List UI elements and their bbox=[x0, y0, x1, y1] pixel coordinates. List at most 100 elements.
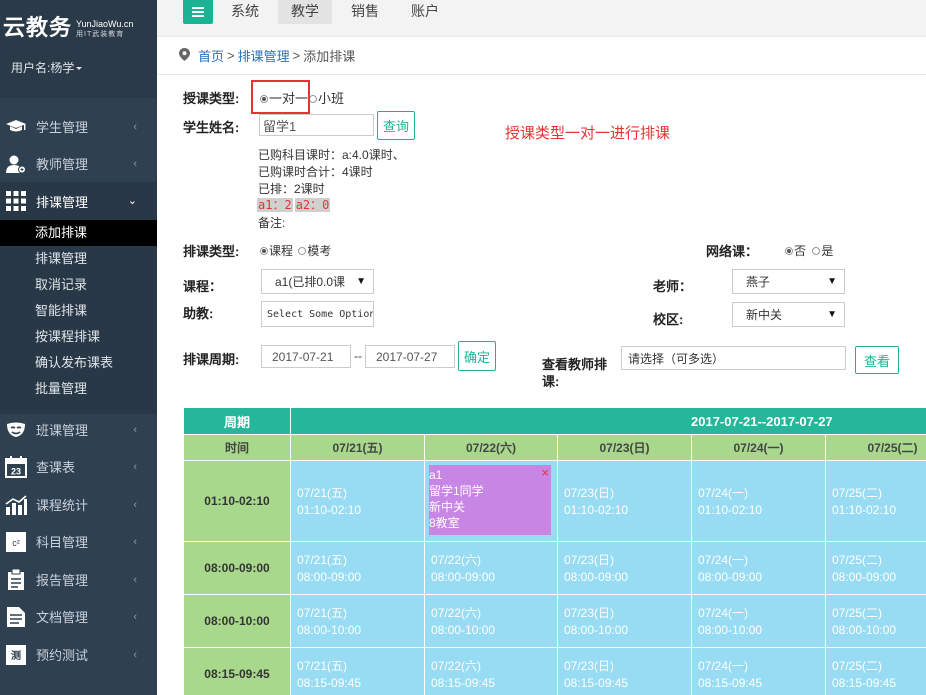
sidebar-item-document[interactable]: 文档管理 ‹ bbox=[0, 598, 157, 635]
submenu-cancel-records[interactable]: 取消记录 bbox=[0, 272, 157, 298]
course-select[interactable]: a1(已排0.0课 ▼ bbox=[261, 269, 374, 294]
teach-type-small-class-radio[interactable] bbox=[309, 95, 318, 103]
svg-text:测: 测 bbox=[11, 649, 21, 662]
annotation-text: 授课类型一对一进行排课 bbox=[505, 125, 671, 142]
sidebar: 云教务 YunJiaoWu.cn 用IT武装教育 用户名:杨学 学生管理 ‹ 教… bbox=[0, 0, 157, 695]
schedule-cell[interactable]: 07/21(五) 01:10-02:10 bbox=[291, 461, 425, 542]
sidebar-item-class[interactable]: 班课管理 ‹ bbox=[0, 411, 157, 448]
sidebar-item-label: 课程统计 bbox=[36, 498, 89, 513]
chevron-left-icon: ‹ bbox=[133, 461, 137, 473]
start-date-input[interactable]: 2017-07-21 bbox=[261, 345, 351, 368]
online-no-radio[interactable] bbox=[785, 247, 793, 255]
brand-area: 云教务 YunJiaoWu.cn 用IT武装教育 用户名:杨学 bbox=[0, 0, 157, 98]
user-menu[interactable]: 用户名:杨学 bbox=[3, 59, 157, 76]
teacher-select[interactable]: 燕子 ▼ bbox=[732, 269, 845, 294]
schedule-cell[interactable]: 07/25(二) 08:00-09:00 bbox=[826, 542, 926, 595]
schedule-cell[interactable]: 07/21(五) 08:00-09:00 bbox=[291, 542, 425, 595]
submenu-schedule-manage[interactable]: 排课管理 bbox=[0, 246, 157, 272]
schedule-cell[interactable]: 07/25(二) 08:00-10:00 bbox=[826, 595, 926, 648]
confirm-button[interactable]: 确定 bbox=[458, 341, 496, 371]
schedule-cell[interactable]: a1 留学1同学 新中关 8教室 × bbox=[425, 461, 558, 542]
tab-sales[interactable]: 销售 bbox=[338, 0, 392, 24]
schedule-cell[interactable]: 07/23(日) 08:15-09:45 bbox=[558, 648, 692, 695]
sidebar-item-scheduling[interactable]: 排课管理 ⌄ bbox=[0, 182, 157, 220]
online-yes-radio[interactable] bbox=[812, 247, 821, 255]
tab-teaching[interactable]: 教学 bbox=[278, 0, 332, 24]
sidebar-item-label: 班课管理 bbox=[36, 423, 89, 438]
day-header: 07/25(二) bbox=[826, 435, 926, 461]
booked-lesson[interactable]: a1 留学1同学 新中关 8教室 × bbox=[429, 465, 551, 535]
schedule-type-label: 排课类型: bbox=[183, 244, 240, 259]
submenu-batch-manage[interactable]: 批量管理 bbox=[0, 376, 157, 402]
sidebar-item-report[interactable]: 报告管理 ‹ bbox=[0, 561, 157, 598]
sidebar-item-subject[interactable]: c² 科目管理 ‹ bbox=[0, 523, 157, 560]
grid-icon bbox=[4, 190, 28, 212]
end-date-input[interactable]: 2017-07-27 bbox=[365, 345, 455, 368]
sidebar-item-timetable[interactable]: 23 查课表 ‹ bbox=[0, 448, 157, 485]
schedule-type-mock-radio[interactable] bbox=[298, 247, 307, 255]
schedule-cell[interactable]: 07/25(二) 08:15-09:45 bbox=[826, 648, 926, 695]
campus-select[interactable]: 新中关 ▼ bbox=[732, 302, 845, 327]
schedule-cell[interactable]: 07/25(二) 01:10-02:10 bbox=[826, 461, 926, 542]
breadcrumb-current: 添加排课 bbox=[303, 49, 356, 64]
submenu-course-schedule[interactable]: 按课程排课 bbox=[0, 324, 157, 350]
period-label: 排课周期: bbox=[183, 352, 240, 367]
note-text: 备注: bbox=[258, 216, 286, 230]
teach-type-small-class-label: 小班 bbox=[318, 91, 345, 106]
time-slot-label: 01:10-02:10 bbox=[184, 461, 291, 542]
time-slot-label: 08:00-10:00 bbox=[184, 595, 291, 648]
formula-icon: c² bbox=[4, 531, 28, 553]
schedule-cell[interactable]: 07/24(一) 08:00-09:00 bbox=[692, 542, 826, 595]
submenu-smart-schedule[interactable]: 智能排课 bbox=[0, 298, 157, 324]
sidebar-item-label: 学生管理 bbox=[36, 120, 89, 135]
student-name-input[interactable]: 留学1 bbox=[259, 114, 374, 136]
schedule-cell[interactable]: 07/24(一) 01:10-02:10 bbox=[692, 461, 826, 542]
schedule-cell[interactable]: 07/24(一) 08:15-09:45 bbox=[692, 648, 826, 695]
assistant-label: 助教: bbox=[183, 306, 214, 321]
schedule-cell[interactable]: 07/24(一) 08:00-10:00 bbox=[692, 595, 826, 648]
view-teacher-label-cont: 课: bbox=[542, 374, 560, 389]
assistant-multiselect[interactable]: Select Some Options bbox=[261, 301, 374, 327]
teach-type-label: 授课类型: bbox=[183, 91, 240, 106]
sidebar-item-label: 文档管理 bbox=[36, 610, 89, 625]
graduation-cap-icon bbox=[4, 116, 28, 138]
subject-hours-row: a1：2 a2：0 bbox=[257, 196, 331, 213]
date-range-header: 2017-07-21--2017-07-27 bbox=[291, 408, 926, 435]
breadcrumb-separator: > bbox=[227, 48, 235, 63]
submenu-add-schedule[interactable]: 添加排课 bbox=[0, 220, 157, 246]
schedule-cell[interactable]: 07/22(六) 08:00-10:00 bbox=[425, 595, 558, 648]
tab-system[interactable]: 系统 bbox=[218, 0, 272, 24]
sidebar-item-test[interactable]: 测 预约测试 ‹ bbox=[0, 636, 157, 673]
schedule-cell[interactable]: 07/23(日) 08:00-09:00 bbox=[558, 542, 692, 595]
submenu-confirm-publish[interactable]: 确认发布课表 bbox=[0, 350, 157, 376]
query-button[interactable]: 查询 bbox=[377, 111, 415, 140]
time-slot-label: 08:00-09:00 bbox=[184, 542, 291, 595]
tab-account[interactable]: 账户 bbox=[398, 0, 452, 24]
chevron-left-icon: ‹ bbox=[133, 611, 137, 623]
sidebar-item-teacher[interactable]: 教师管理 ‹ bbox=[0, 145, 157, 182]
view-teacher-select[interactable]: 请选择（可多选） bbox=[621, 346, 846, 370]
schedule-cell[interactable]: 07/23(日) 01:10-02:10 bbox=[558, 461, 692, 542]
dropdown-arrow-icon: ▼ bbox=[827, 276, 837, 287]
sidebar-item-student[interactable]: 学生管理 ‹ bbox=[0, 108, 157, 145]
schedule-cell[interactable]: 07/21(五) 08:00-10:00 bbox=[291, 595, 425, 648]
menu-toggle-button[interactable] bbox=[183, 0, 213, 24]
subject-a1-hours: a1：2 bbox=[257, 198, 293, 212]
chevron-left-icon: ‹ bbox=[133, 499, 137, 511]
map-pin-icon bbox=[179, 47, 190, 64]
schedule-cell[interactable]: 07/22(六) 08:15-09:45 bbox=[425, 648, 558, 695]
schedule-cell[interactable]: 07/21(五) 08:15-09:45 bbox=[291, 648, 425, 695]
period-header: 周期 bbox=[184, 408, 291, 435]
breadcrumb-section[interactable]: 排课管理 bbox=[238, 46, 290, 65]
teacher-label: 老师： bbox=[653, 279, 693, 294]
sidebar-item-stats[interactable]: 课程统计 ‹ bbox=[0, 486, 157, 523]
schedule-type-course-radio[interactable] bbox=[260, 247, 268, 255]
breadcrumb-home[interactable]: 首页 bbox=[198, 46, 224, 65]
breadcrumb-separator: > bbox=[292, 48, 301, 63]
schedule-cell[interactable]: 07/23(日) 08:00-10:00 bbox=[558, 595, 692, 648]
chevron-left-icon: ‹ bbox=[133, 574, 137, 586]
close-icon[interactable]: × bbox=[541, 465, 549, 481]
schedule-cell[interactable]: 07/22(六) 08:00-09:00 bbox=[425, 542, 558, 595]
course-select-value: a1(已排0.0课 bbox=[275, 275, 346, 289]
view-button[interactable]: 查看 bbox=[855, 346, 899, 374]
